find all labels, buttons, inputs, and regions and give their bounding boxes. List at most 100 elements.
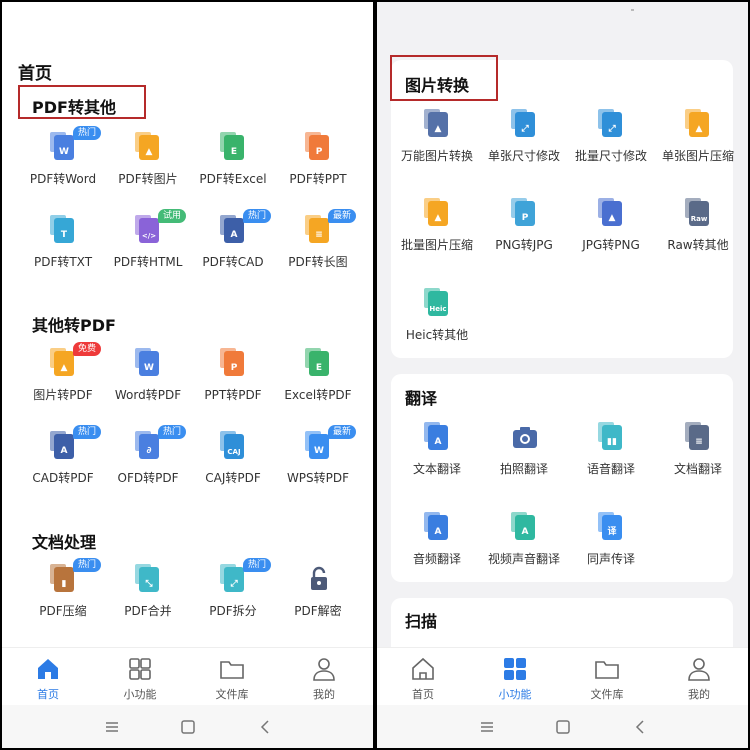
grid-icon bbox=[127, 656, 153, 682]
tool-resize-batch[interactable]: ⤢ 批量尺寸修改 bbox=[567, 109, 655, 169]
tool-caj-to-pdf[interactable]: CAJ CAJ转PDF bbox=[189, 431, 277, 491]
tool-label: 万能图片转换 bbox=[400, 149, 473, 163]
home-screen: 首页 PDF转其他 其他转PDF 文档处理 W 热门 PDF转Word ▲ PDF转图片… bbox=[2, 2, 373, 748]
tool-voice-translate[interactable]: ▮▮ 语音翻译 bbox=[567, 422, 655, 482]
tool-pdf-to-excel[interactable]: E PDF转Excel bbox=[189, 132, 277, 192]
tool-compress-batch[interactable]: ▲ 批量图片压缩 bbox=[393, 198, 481, 258]
compress-single-icon: ▲ bbox=[685, 109, 713, 139]
tab-label: 首页 bbox=[412, 688, 434, 701]
tool-pdf-to-long-image[interactable]: ≡ 最新 PDF转长图 bbox=[274, 209, 362, 275]
profile-icon bbox=[311, 656, 337, 682]
pdf-to-txt-icon: T bbox=[50, 215, 78, 245]
tool-badge: 最新 bbox=[328, 425, 357, 439]
folder-icon bbox=[594, 656, 620, 682]
tool-simultaneous-interpret[interactable]: 译同声传译 bbox=[567, 512, 655, 572]
section-title-document-processing: 文档处理 bbox=[32, 533, 97, 552]
tool-pdf-to-html[interactable]: </> 试用 PDF转HTML bbox=[104, 209, 192, 275]
tool-label: Excel转PDF bbox=[284, 388, 352, 402]
back-icon[interactable] bbox=[256, 718, 276, 736]
tool-jpg-to-png[interactable]: ▲ JPG转PNG bbox=[567, 198, 655, 258]
home-square-icon[interactable] bbox=[178, 718, 198, 736]
tab-label: 小功能 bbox=[123, 688, 157, 701]
tool-badge: 最新 bbox=[328, 209, 357, 223]
video-translate-icon: A bbox=[511, 512, 539, 542]
tool-pdf-merge[interactable]: ⤡ PDF合并 bbox=[104, 564, 192, 624]
tool-badge: 免费 bbox=[73, 342, 102, 356]
tab-home[interactable]: 首页 bbox=[377, 648, 469, 706]
home-icon bbox=[410, 656, 436, 682]
tool-badge: 试用 bbox=[158, 209, 187, 223]
tool-document-translate[interactable]: ≡ 文档翻译 bbox=[654, 422, 742, 482]
tool-pdf-unlock[interactable]: PDF解密 bbox=[274, 564, 362, 624]
document-translate-icon: ≡ bbox=[685, 422, 713, 452]
tool-image-to-pdf[interactable]: ▲ 免费 图片转PDF bbox=[19, 342, 107, 408]
tool-label: 单张尺寸修改 bbox=[487, 149, 560, 163]
png-to-jpg-icon: P bbox=[511, 198, 539, 228]
system-nav-bar bbox=[377, 705, 748, 748]
tool-wps-to-pdf[interactable]: W 最新 WPS转PDF bbox=[274, 425, 362, 491]
tab-grid[interactable]: 小功能 bbox=[469, 648, 561, 706]
tab-label: 首页 bbox=[37, 688, 59, 701]
tool-badge: 热门 bbox=[158, 425, 187, 439]
tool-png-to-jpg[interactable]: P PNG转JPG bbox=[480, 198, 568, 258]
tool-label: 拍照翻译 bbox=[499, 462, 548, 476]
tool-label: 文本翻译 bbox=[412, 462, 461, 476]
section-title-pdf-to-other: PDF转其他 bbox=[32, 98, 116, 117]
tab-profile[interactable]: 我的 bbox=[653, 648, 745, 706]
tool-audio-translate[interactable]: A 音频翻译 bbox=[393, 512, 481, 572]
tool-label: 同声传译 bbox=[586, 552, 635, 566]
folder-icon bbox=[219, 656, 245, 682]
tool-pdf-to-word[interactable]: W 热门 PDF转Word bbox=[19, 126, 107, 192]
caj-to-pdf-icon: CAJ bbox=[220, 431, 248, 461]
tool-pdf-compress[interactable]: ▮ 热门 PDF压缩 bbox=[19, 558, 107, 624]
tool-image-convert[interactable]: ▲ 万能图片转换 bbox=[393, 109, 481, 169]
tool-video-translate[interactable]: A 视频声音翻译 bbox=[480, 512, 568, 572]
tool-label: 单张图片压缩 bbox=[661, 149, 734, 163]
tool-badge: 热门 bbox=[73, 126, 102, 140]
tool-label: PDF转PPT bbox=[289, 172, 347, 186]
tool-pdf-to-txt[interactable]: T PDF转TXT bbox=[19, 215, 107, 275]
tool-compress-single[interactable]: ▲ 单张图片压缩 bbox=[654, 109, 742, 169]
voice-translate-icon: ▮▮ bbox=[598, 422, 626, 452]
tool-label: PDF转长图 bbox=[288, 255, 348, 269]
profile-icon bbox=[686, 656, 712, 682]
tool-resize-single[interactable]: ⤢ 单张尺寸修改 bbox=[480, 109, 568, 169]
tool-heic-convert[interactable]: Heic Heic转其他 bbox=[393, 288, 481, 348]
tab-grid[interactable]: 小功能 bbox=[94, 648, 186, 706]
tool-pdf-to-ppt[interactable]: P PDF转PPT bbox=[274, 132, 362, 192]
tool-badge: 热门 bbox=[243, 558, 272, 572]
tool-camera-translate[interactable]: 拍照翻译 bbox=[480, 422, 568, 482]
tool-ppt-to-pdf[interactable]: P PPT转PDF bbox=[189, 348, 277, 408]
tab-label: 小功能 bbox=[498, 688, 532, 701]
home-square-icon[interactable] bbox=[553, 718, 573, 736]
back-icon[interactable] bbox=[631, 718, 651, 736]
tab-label: 文件库 bbox=[215, 688, 249, 701]
text-translate-icon: A bbox=[424, 422, 452, 452]
pdf-to-excel-icon: E bbox=[220, 132, 248, 162]
tab-folder[interactable]: 文件库 bbox=[186, 648, 278, 706]
tab-profile[interactable]: 我的 bbox=[278, 648, 370, 706]
tool-badge: 热门 bbox=[73, 425, 102, 439]
jpg-to-png-icon: ▲ bbox=[598, 198, 626, 228]
tool-text-translate[interactable]: A 文本翻译 bbox=[393, 422, 481, 482]
menu-icon[interactable] bbox=[477, 718, 497, 736]
grid-icon bbox=[502, 656, 528, 682]
tab-home[interactable]: 首页 bbox=[2, 648, 94, 706]
tool-pdf-split[interactable]: ⤢ 热门 PDF拆分 bbox=[189, 558, 277, 624]
tool-label: PNG转JPG bbox=[495, 238, 553, 252]
menu-icon[interactable] bbox=[102, 718, 122, 736]
tool-excel-to-pdf[interactable]: E Excel转PDF bbox=[274, 348, 362, 408]
tool-label: PDF解密 bbox=[294, 604, 342, 618]
tool-label: 文档翻译 bbox=[673, 462, 722, 476]
tab-folder[interactable]: 文件库 bbox=[561, 648, 653, 706]
tool-pdf-to-image[interactable]: ▲ PDF转图片 bbox=[104, 132, 192, 192]
tool-word-to-pdf[interactable]: W Word转PDF bbox=[104, 348, 192, 408]
tool-label: 音频翻译 bbox=[412, 552, 461, 566]
camera-translate-icon bbox=[511, 422, 539, 452]
tool-raw-convert[interactable]: Raw Raw转其他 bbox=[654, 198, 742, 258]
tool-cad-to-pdf[interactable]: A 热门 CAD转PDF bbox=[19, 425, 107, 491]
tool-pdf-to-cad[interactable]: A 热门 PDF转CAD bbox=[189, 209, 277, 275]
resize-single-icon: ⤢ bbox=[511, 109, 539, 139]
tool-label: 批量尺寸修改 bbox=[574, 149, 647, 163]
tool-ofd-to-pdf[interactable]: ∂ 热门 OFD转PDF bbox=[104, 425, 192, 491]
